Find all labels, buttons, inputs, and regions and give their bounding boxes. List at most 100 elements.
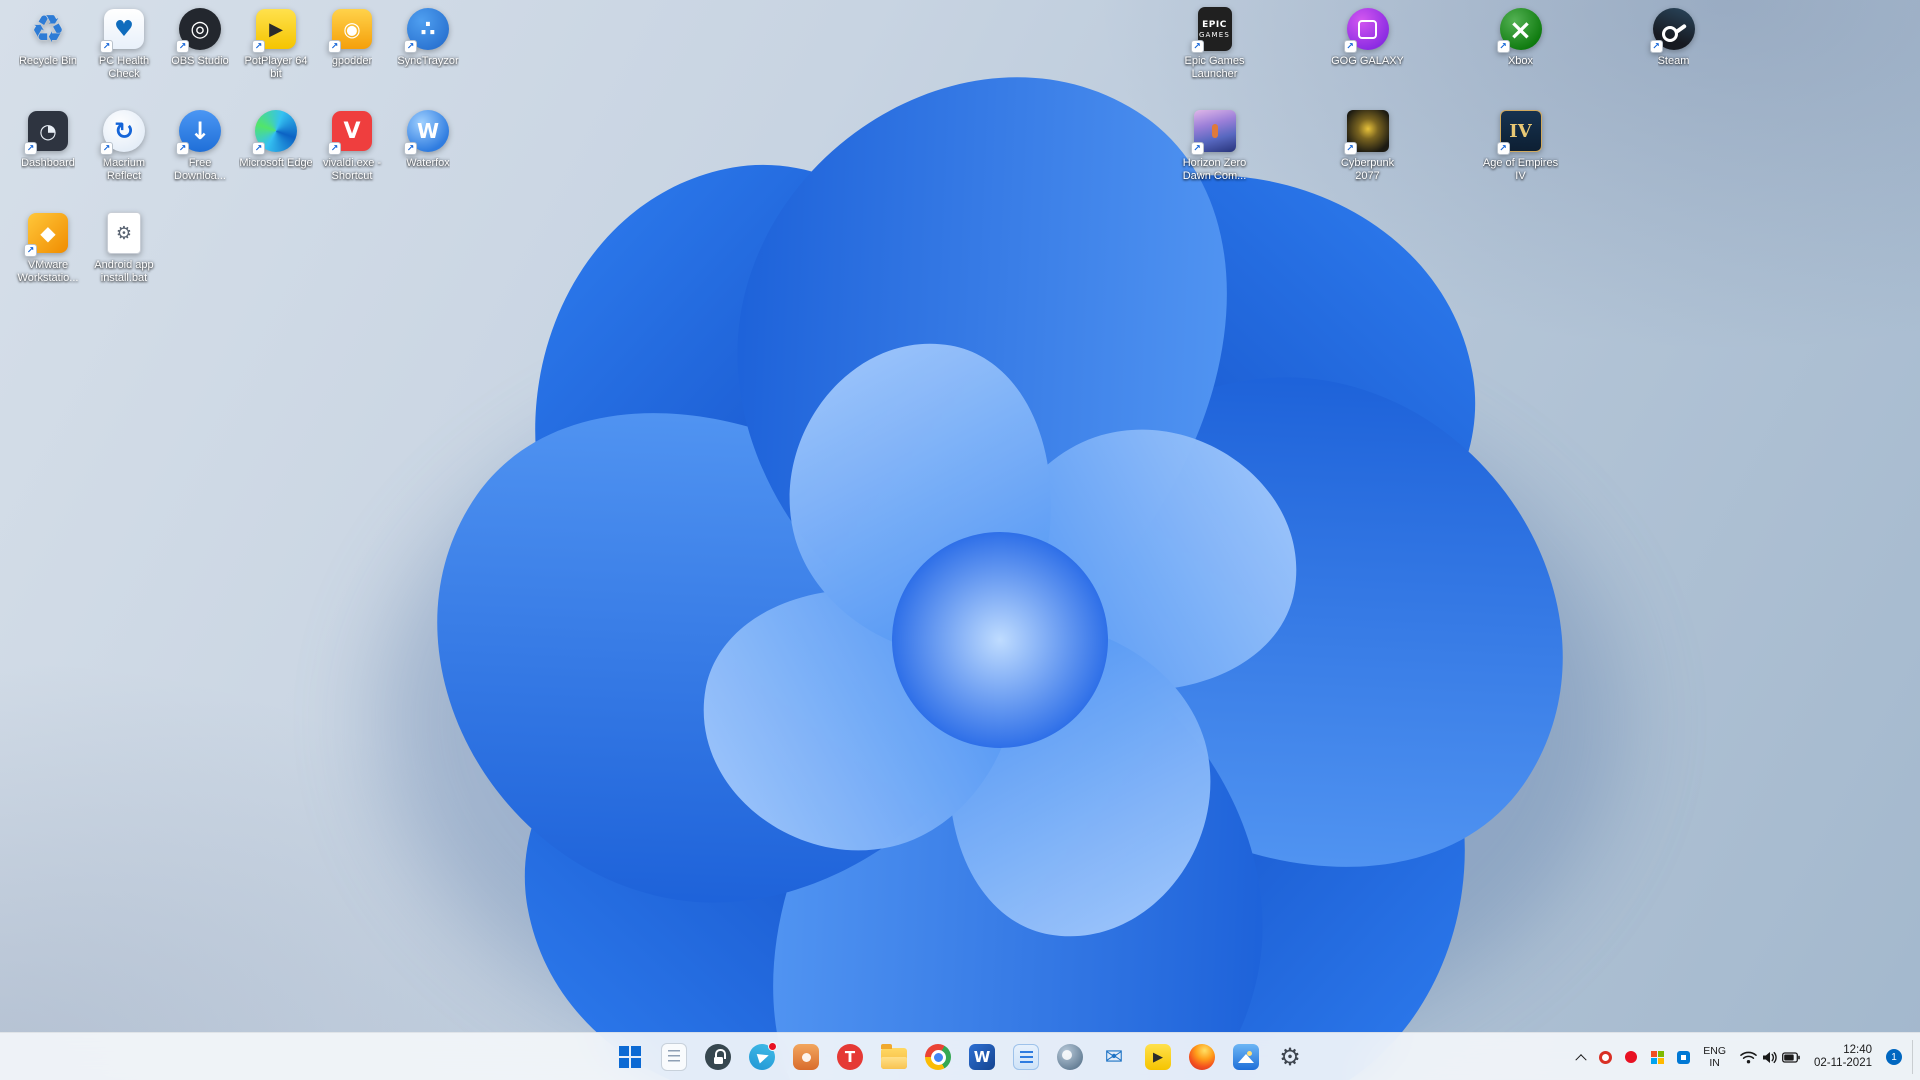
desktop-icon-label: Age of Empires IV: [1482, 157, 1559, 182]
settings[interactable]: ⚙: [1270, 1037, 1310, 1077]
notes-app[interactable]: [654, 1037, 694, 1077]
word[interactable]: W: [962, 1037, 1002, 1077]
desktop-icon-label: VMware Workstatio...: [17, 259, 79, 284]
tray-app-blue-grid-icon: [1676, 1050, 1690, 1064]
shortcut-arrow-icon: ↗: [1343, 142, 1357, 155]
epic-games-launcher[interactable]: EPIC GAMES ↗ Epic Games Launcher: [1177, 6, 1253, 108]
desktop-icon-label: Android app install.bat: [94, 259, 154, 284]
blue-icon: [1013, 1044, 1039, 1070]
photos[interactable]: [1226, 1037, 1266, 1077]
language-indicator[interactable]: ENG IN: [1697, 1038, 1732, 1076]
file-explorer[interactable]: [874, 1037, 914, 1077]
shortcut-arrow-icon: ↗: [252, 142, 265, 155]
synctrayzor[interactable]: ∴ ↗ SyncTrayzor: [390, 6, 466, 108]
t-app[interactable]: T: [830, 1037, 870, 1077]
synctrayzor-icon: ∴ ↗: [404, 6, 451, 53]
tray-app-ring[interactable]: [1593, 1038, 1617, 1076]
shortcut-arrow-icon: ↗: [100, 40, 113, 53]
shortcut-arrow-icon: ↗: [176, 40, 189, 53]
wifi-icon: [1740, 1051, 1757, 1063]
orange-app[interactable]: [786, 1037, 826, 1077]
status-icon-group: [1740, 1051, 1800, 1064]
gray-browser[interactable]: [1050, 1037, 1090, 1077]
desktop-icon-label: Dashboard: [21, 157, 75, 169]
tapp-icon: T: [837, 1044, 863, 1070]
firefox[interactable]: [1182, 1037, 1222, 1077]
dashboard[interactable]: ◔ ↗ Dashboard: [10, 108, 86, 210]
desktop-icon-label: gpodder: [331, 55, 373, 67]
photos-icon: [1233, 1044, 1259, 1070]
hzd-icon: ↗: [1190, 108, 1238, 155]
epic-icon: EPIC GAMES ↗: [1190, 6, 1238, 53]
shortcut-arrow-icon: ↗: [328, 142, 341, 155]
epic-text-line2: GAMES: [1198, 30, 1231, 39]
battery-icon: [1782, 1051, 1800, 1063]
gpodder[interactable]: ◉ ↗ gpodder: [314, 6, 390, 108]
taskbar-center: T W ✉ ▶ ⚙: [610, 1037, 1310, 1077]
telegram[interactable]: [742, 1037, 782, 1077]
tray-app-blue-grid[interactable]: [1671, 1038, 1695, 1076]
lock-app[interactable]: [698, 1037, 738, 1077]
mail-icon: ✉: [1104, 1044, 1124, 1070]
settings-icon: ⚙: [1279, 1043, 1301, 1071]
macrium-reflect[interactable]: ↻ ↗ Macrium Reflect: [86, 108, 162, 210]
health-icon: ♥ ↗: [100, 6, 147, 53]
desktop-icon-label: Waterfox: [406, 157, 450, 169]
shortcut-arrow-icon: ↗: [404, 40, 417, 53]
potplayer[interactable]: ▶: [1138, 1037, 1178, 1077]
quick-settings-button[interactable]: [1734, 1038, 1806, 1076]
fdm-icon: ↓ ↗: [176, 108, 223, 155]
clock[interactable]: 12:40 02-11-2021: [1808, 1038, 1878, 1076]
obs-studio[interactable]: ◎ ↗ OBS Studio: [162, 6, 238, 108]
shortcut-arrow-icon: ↗: [1343, 40, 1357, 53]
android-app-install-bat[interactable]: ⚙ Android app install.bat: [86, 210, 162, 312]
blue-app[interactable]: [1006, 1037, 1046, 1077]
recycle-bin[interactable]: ♻ Recycle Bin: [10, 6, 86, 108]
vivaldi-shortcut[interactable]: V ↗ vivaldi.exe - Shortcut: [314, 108, 390, 210]
hidden-icons-chevron[interactable]: [1571, 1038, 1591, 1076]
mail[interactable]: ✉: [1094, 1037, 1134, 1077]
system-tray: ENG IN 12:40 02-11-2021 1: [1571, 1033, 1916, 1080]
potplayer-icon: ▶ ↗: [252, 6, 299, 53]
tray-app-red-dot[interactable]: [1619, 1038, 1643, 1076]
waterfox-icon: W ↗: [404, 108, 451, 155]
potplayer-64-bit[interactable]: ▶ ↗ PotPlayer 64 bit: [238, 6, 314, 108]
show-desktop-button[interactable]: [1912, 1040, 1916, 1074]
chrome[interactable]: [918, 1037, 958, 1077]
desktop-icons-left: ♻ Recycle Bin ♥ ↗ PC Health Check ◎ ↗ OBS Studi…: [10, 6, 466, 312]
cyberpunk-2077[interactable]: ↗ Cyberpunk 2077: [1330, 108, 1406, 210]
gog-galaxy[interactable]: ↗ GOG GALAXY: [1330, 6, 1406, 108]
shortcut-arrow-icon: ↗: [328, 40, 341, 53]
taskbar: T W ✉ ▶ ⚙ ENG IN 12:40 02-11-2021 1: [0, 1032, 1920, 1080]
lock-icon: [705, 1044, 731, 1070]
notification-count-badge: 1: [1886, 1049, 1902, 1065]
desktop-icon-label: vivaldi.exe - Shortcut: [322, 157, 382, 182]
desktop-icon-label: SyncTrayzor: [397, 55, 459, 67]
desktop-icon-label: PC Health Check: [98, 55, 150, 80]
pc-health-check[interactable]: ♥ ↗ PC Health Check: [86, 6, 162, 108]
steam[interactable]: ↗ Steam: [1636, 6, 1712, 108]
vmware-workstation[interactable]: ◆ ↗ VMware Workstatio...: [10, 210, 86, 312]
cyberpunk-icon: ↗: [1343, 108, 1391, 155]
chrome-icon: [925, 1044, 951, 1070]
microsoft-edge[interactable]: ↗ Microsoft Edge: [238, 108, 314, 210]
language-line1: ENG: [1703, 1045, 1727, 1057]
horizon-zero-dawn[interactable]: ↗ Horizon Zero Dawn Com...: [1177, 108, 1253, 210]
desktop-icon-label: Steam: [1657, 55, 1690, 67]
tray-app-microsoft[interactable]: [1645, 1038, 1669, 1076]
icon-glyph: ⚙: [107, 212, 141, 254]
waterfox[interactable]: W ↗ Waterfox: [390, 108, 466, 210]
start-button[interactable]: [610, 1037, 650, 1077]
tray-app-red-dot-icon: [1625, 1051, 1638, 1063]
age-of-empires-iv[interactable]: IV ↗ Age of Empires IV: [1483, 108, 1559, 210]
start-icon: [619, 1046, 641, 1068]
shortcut-arrow-icon: ↗: [1190, 142, 1204, 155]
batch-icon: ⚙: [101, 210, 147, 256]
free-download-manager[interactable]: ↓ ↗ Free Downloa...: [162, 108, 238, 210]
word-icon: W: [969, 1044, 995, 1070]
dashboard-icon: ◔ ↗: [24, 108, 71, 155]
xbox[interactable]: × ↗ Xbox: [1483, 6, 1559, 108]
desktop[interactable]: ♻ Recycle Bin ♥ ↗ PC Health Check ◎ ↗ OBS Studi…: [0, 0, 1920, 1080]
gpodder-icon: ◉ ↗: [328, 6, 375, 53]
notification-center-button[interactable]: 1: [1880, 1038, 1908, 1076]
